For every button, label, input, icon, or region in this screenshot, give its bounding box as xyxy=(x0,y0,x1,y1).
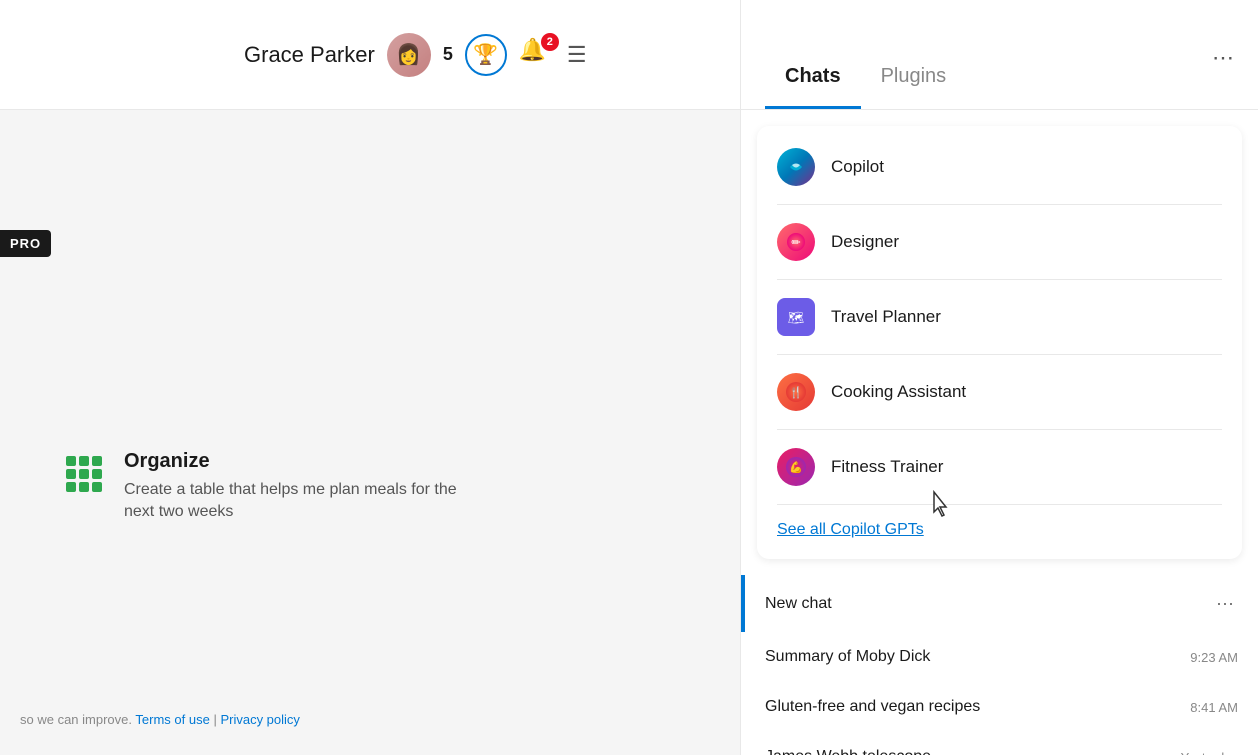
designer-icon: ✏ xyxy=(777,223,815,261)
footer-separator: | xyxy=(213,712,216,727)
organize-icon xyxy=(60,450,108,498)
svg-text:🍴: 🍴 xyxy=(789,386,803,399)
chat-time-webb: Yesterday xyxy=(1181,750,1238,755)
divider-2 xyxy=(777,279,1222,280)
cooking-icon: 🍴 xyxy=(777,373,815,411)
chat-item-webb[interactable]: James Webb telescope Yesterday xyxy=(741,732,1258,755)
divider-5 xyxy=(777,504,1222,505)
bell-wrapper[interactable]: 🔔 2 xyxy=(519,37,555,73)
chat-time-vegan: 8:41 AM xyxy=(1190,700,1238,715)
chat-item-moby[interactable]: Summary of Moby Dick 9:23 AM xyxy=(741,632,1258,682)
tab-plugins[interactable]: Plugins xyxy=(861,24,967,109)
gpt-item-fitness[interactable]: 💪 Fitness Trainer xyxy=(757,434,1242,500)
chat-title-webb: James Webb telescope xyxy=(765,748,931,755)
gpt-name-copilot: Copilot xyxy=(831,157,884,177)
footer: so we can improve. Terms of use | Privac… xyxy=(20,712,300,727)
chat-item-new[interactable]: New chat ··· xyxy=(741,575,1258,632)
organize-description: Create a table that helps me plan meals … xyxy=(124,479,480,524)
gpt-item-cooking[interactable]: 🍴 Cooking Assistant xyxy=(757,359,1242,425)
gpt-list: Copilot ✏ Designer 🗺 Trave xyxy=(757,126,1242,559)
user-name: Grace Parker xyxy=(244,42,375,68)
gpt-name-fitness: Fitness Trainer xyxy=(831,457,943,477)
left-panel: Grace Parker 👩 5 🏆 🔔 2 ☰ PRO Organize xyxy=(0,0,740,755)
right-header: Chats Plugins ⋯ xyxy=(741,0,1258,110)
tab-chats[interactable]: Chats xyxy=(765,24,861,109)
more-options-icon[interactable]: ⋯ xyxy=(1212,45,1234,89)
gpt-name-cooking: Cooking Assistant xyxy=(831,382,966,402)
organize-title: Organize xyxy=(124,450,480,473)
gpt-name-travel: Travel Planner xyxy=(831,307,941,327)
chat-title-new: New chat xyxy=(765,595,832,613)
chat-title-moby: Summary of Moby Dick xyxy=(765,648,930,666)
notification-badge: 2 xyxy=(541,33,559,51)
privacy-link[interactable]: Privacy policy xyxy=(220,712,299,727)
chat-time-moby: 9:23 AM xyxy=(1190,650,1238,665)
streak-count: 5 xyxy=(443,44,453,65)
trophy-icon: 🏆 xyxy=(465,34,507,76)
divider-3 xyxy=(777,354,1222,355)
header-bar: Grace Parker 👩 5 🏆 🔔 2 ☰ xyxy=(0,0,740,110)
terms-link[interactable]: Terms of use xyxy=(135,712,209,727)
copilot-icon xyxy=(777,148,815,186)
chat-list: New chat ··· Summary of Moby Dick 9:23 A… xyxy=(741,575,1258,755)
svg-text:💪: 💪 xyxy=(789,461,803,474)
chat-title-vegan: Gluten-free and vegan recipes xyxy=(765,698,980,716)
chat-more-icon-new[interactable]: ··· xyxy=(1212,591,1238,616)
divider-1 xyxy=(777,204,1222,205)
hamburger-menu[interactable]: ☰ xyxy=(567,42,587,68)
svg-text:🗺: 🗺 xyxy=(788,310,805,325)
fitness-icon: 💪 xyxy=(777,448,815,486)
user-info: Grace Parker 👩 5 🏆 🔔 2 ☰ xyxy=(244,33,587,77)
chat-item-vegan[interactable]: Gluten-free and vegan recipes 8:41 AM xyxy=(741,682,1258,732)
organize-text: Organize Create a table that helps me pl… xyxy=(124,450,480,524)
gpt-item-designer[interactable]: ✏ Designer xyxy=(757,209,1242,275)
see-all-gpts-link[interactable]: See all Copilot GPTs xyxy=(757,509,1242,551)
right-panel: Chats Plugins ⋯ Copilot xyxy=(740,0,1258,755)
gpt-item-copilot[interactable]: Copilot xyxy=(757,134,1242,200)
gpt-name-designer: Designer xyxy=(831,232,899,252)
avatar: 👩 xyxy=(387,33,431,77)
footer-prefix: so we can improve. xyxy=(20,712,132,727)
travel-icon: 🗺 xyxy=(777,298,815,336)
divider-4 xyxy=(777,429,1222,430)
pro-badge: PRO xyxy=(0,230,51,257)
gpt-item-travel[interactable]: 🗺 Travel Planner xyxy=(757,284,1242,350)
organize-card: Organize Create a table that helps me pl… xyxy=(60,450,480,524)
svg-text:✏: ✏ xyxy=(791,237,801,249)
tabs: Chats Plugins xyxy=(765,24,966,109)
